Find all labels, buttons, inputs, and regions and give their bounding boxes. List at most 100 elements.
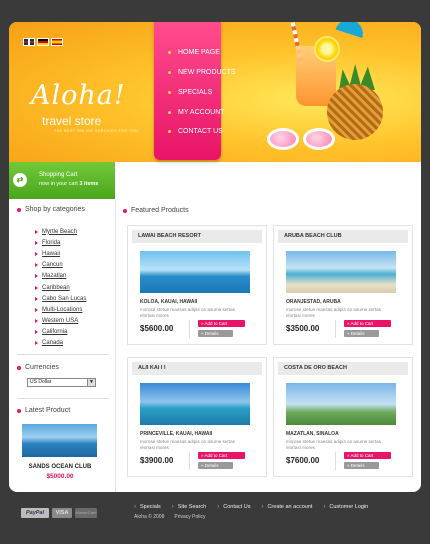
language-flags xyxy=(23,38,63,46)
product-title[interactable]: COSTA DE ORO BEACH xyxy=(278,362,408,375)
bullet-icon xyxy=(168,91,171,94)
latest-product-price: $5000.00 xyxy=(46,473,74,480)
paypal-logo: PayPal xyxy=(21,508,49,518)
details-button[interactable]: » Details xyxy=(198,462,233,469)
category-link[interactable]: California xyxy=(35,327,86,338)
add-to-cart-button[interactable]: » Add to Cart xyxy=(344,320,391,327)
shopping-cart-box[interactable]: ⇄ Shopping Cart now in your cart 3 items xyxy=(9,162,115,199)
category-list: Myrtle Beach Florida Hawaii Cancun Mazat… xyxy=(35,226,86,349)
footer-links: Specials Site Search Contact Us Create a… xyxy=(134,504,368,510)
product-title[interactable]: ALII KAI I I xyxy=(132,362,262,375)
nav-item-home[interactable]: HOME PAGE xyxy=(168,49,220,56)
nav-item-label: HOME PAGE xyxy=(178,49,220,56)
add-to-cart-button[interactable]: » Add to Cart xyxy=(198,320,245,327)
bullet-icon xyxy=(123,208,127,213)
card-divider xyxy=(335,452,336,470)
footer-copyright-row: Aloha © 2008 Privacy Policy xyxy=(134,514,206,520)
category-link[interactable]: Caribbean xyxy=(35,282,86,293)
product-image[interactable] xyxy=(286,251,396,293)
main-nav: HOME PAGE NEW PRODUCTS SPECIALS MY ACCOU… xyxy=(154,22,236,160)
chevron-down-icon: ▼ xyxy=(87,379,95,386)
copyright-text: Aloha © 2008 xyxy=(134,514,165,520)
column-divider xyxy=(115,200,116,492)
flag-es-icon[interactable] xyxy=(51,38,63,46)
currencies-heading: Currencies xyxy=(17,364,59,371)
sidebar-divider xyxy=(17,354,109,355)
product-image[interactable] xyxy=(140,383,250,425)
category-link[interactable]: Cabo San Lucas xyxy=(35,293,86,304)
product-description: morose stetue maesas adipis on asume ser… xyxy=(140,439,235,450)
card-divider xyxy=(189,452,190,470)
mastercard-logo: MasterCard xyxy=(75,508,97,518)
cart-status: now in your cart 3 items xyxy=(39,181,99,187)
nav-item-my-account[interactable]: MY ACCOUNT xyxy=(168,109,225,116)
category-link[interactable]: Western USA xyxy=(35,316,86,327)
product-card: ALII KAI I I PRINCEVILLE, KAUAI, HAWAII … xyxy=(127,357,267,477)
currency-select[interactable]: US Dollar ▼ xyxy=(27,378,96,387)
product-card: ARUBA BEACH CLUB ORANJESTAD, ARUBA moros… xyxy=(273,225,413,345)
product-location: ORANJESTAD, ARUBA xyxy=(286,299,341,305)
product-location: PRINCEVILLE, KAUAI, HAWAII xyxy=(140,431,213,437)
product-image[interactable] xyxy=(286,383,396,425)
footer: PayPal VISA MasterCard Specials Site Sea… xyxy=(9,494,421,530)
product-title[interactable]: ARUBA BEACH CLUB xyxy=(278,230,408,243)
footer-link-customer-login[interactable]: Customer Login xyxy=(323,504,368,510)
category-link[interactable]: Florida xyxy=(35,237,86,248)
product-title[interactable]: LAWAI BEACH RESORT xyxy=(132,230,262,243)
product-description: morose stetue maesas adipis on asume ser… xyxy=(286,439,381,450)
logo-subtitle: travel store xyxy=(42,114,102,128)
product-location: MAZATLAN, SINALOA xyxy=(286,431,339,437)
flag-uk-icon[interactable] xyxy=(23,38,35,46)
bullet-icon xyxy=(17,365,21,370)
product-price: $3500.00 xyxy=(286,324,320,333)
category-link[interactable]: Cancun xyxy=(35,260,86,271)
bullet-icon xyxy=(168,130,171,133)
add-to-cart-button[interactable]: » Add to Cart xyxy=(344,452,391,459)
details-button[interactable]: » Details xyxy=(344,462,379,469)
category-link[interactable]: Multi-Locations xyxy=(35,304,86,315)
latest-product-image[interactable] xyxy=(22,424,97,457)
card-divider xyxy=(189,320,190,338)
product-description: morose stetue maesas adipis on asume ser… xyxy=(286,307,381,318)
details-button[interactable]: » Details xyxy=(344,330,379,337)
cocktail-umbrella-decoration xyxy=(335,22,367,38)
footer-link-specials[interactable]: Specials xyxy=(134,504,161,510)
lens-right xyxy=(303,128,335,150)
details-button[interactable]: » Details xyxy=(198,330,233,337)
logo-script[interactable]: Aloha! xyxy=(31,80,126,111)
category-link[interactable]: Myrtle Beach xyxy=(35,226,86,237)
categories-heading: Shop by categories xyxy=(17,206,85,213)
nav-item-label: MY ACCOUNT xyxy=(178,109,225,116)
footer-link-contact-us[interactable]: Contact Us xyxy=(217,504,250,510)
nav-item-label: NEW PRODUCTS xyxy=(178,69,236,76)
lens-left xyxy=(267,128,299,150)
cart-title: Shopping Cart xyxy=(39,172,78,178)
product-image[interactable] xyxy=(140,251,250,293)
bullet-icon xyxy=(17,408,21,413)
nav-item-label: CONTACT US xyxy=(178,128,223,135)
cart-icon: ⇄ xyxy=(13,173,27,187)
footer-link-create-account[interactable]: Create an account xyxy=(261,504,312,510)
page-frame: Aloha! travel store THE BEST ONLINE SERV… xyxy=(9,22,421,492)
product-description: morose stetue maesas adipis on asume ser… xyxy=(140,307,235,318)
latest-product-name[interactable]: SANDS OCEAN CLUB xyxy=(17,464,103,470)
add-to-cart-button[interactable]: » Add to Cart xyxy=(198,452,245,459)
bullet-icon xyxy=(168,71,171,74)
bullet-icon xyxy=(17,207,21,212)
nav-item-new-products[interactable]: NEW PRODUCTS xyxy=(168,69,236,76)
category-link[interactable]: Canada xyxy=(35,338,86,349)
flag-de-icon[interactable] xyxy=(37,38,49,46)
category-link[interactable]: Hawaii xyxy=(35,248,86,259)
footer-link-site-search[interactable]: Site Search xyxy=(172,504,206,510)
bullet-icon xyxy=(168,51,171,54)
nav-item-label: SPECIALS xyxy=(178,89,213,96)
sidebar-divider xyxy=(17,398,109,399)
sunglasses-decoration xyxy=(265,128,337,156)
product-location: KOLOA, KAUAI, HAWAII xyxy=(140,299,198,305)
nav-item-contact-us[interactable]: CONTACT US xyxy=(168,128,223,135)
logo-tagline: THE BEST ONLINE SERVICES FOR YOU xyxy=(54,129,139,133)
category-link[interactable]: Mazatlan xyxy=(35,271,86,282)
cart-count: 3 xyxy=(79,181,83,187)
nav-item-specials[interactable]: SPECIALS xyxy=(168,89,212,96)
privacy-policy-link[interactable]: Privacy Policy xyxy=(174,514,205,520)
